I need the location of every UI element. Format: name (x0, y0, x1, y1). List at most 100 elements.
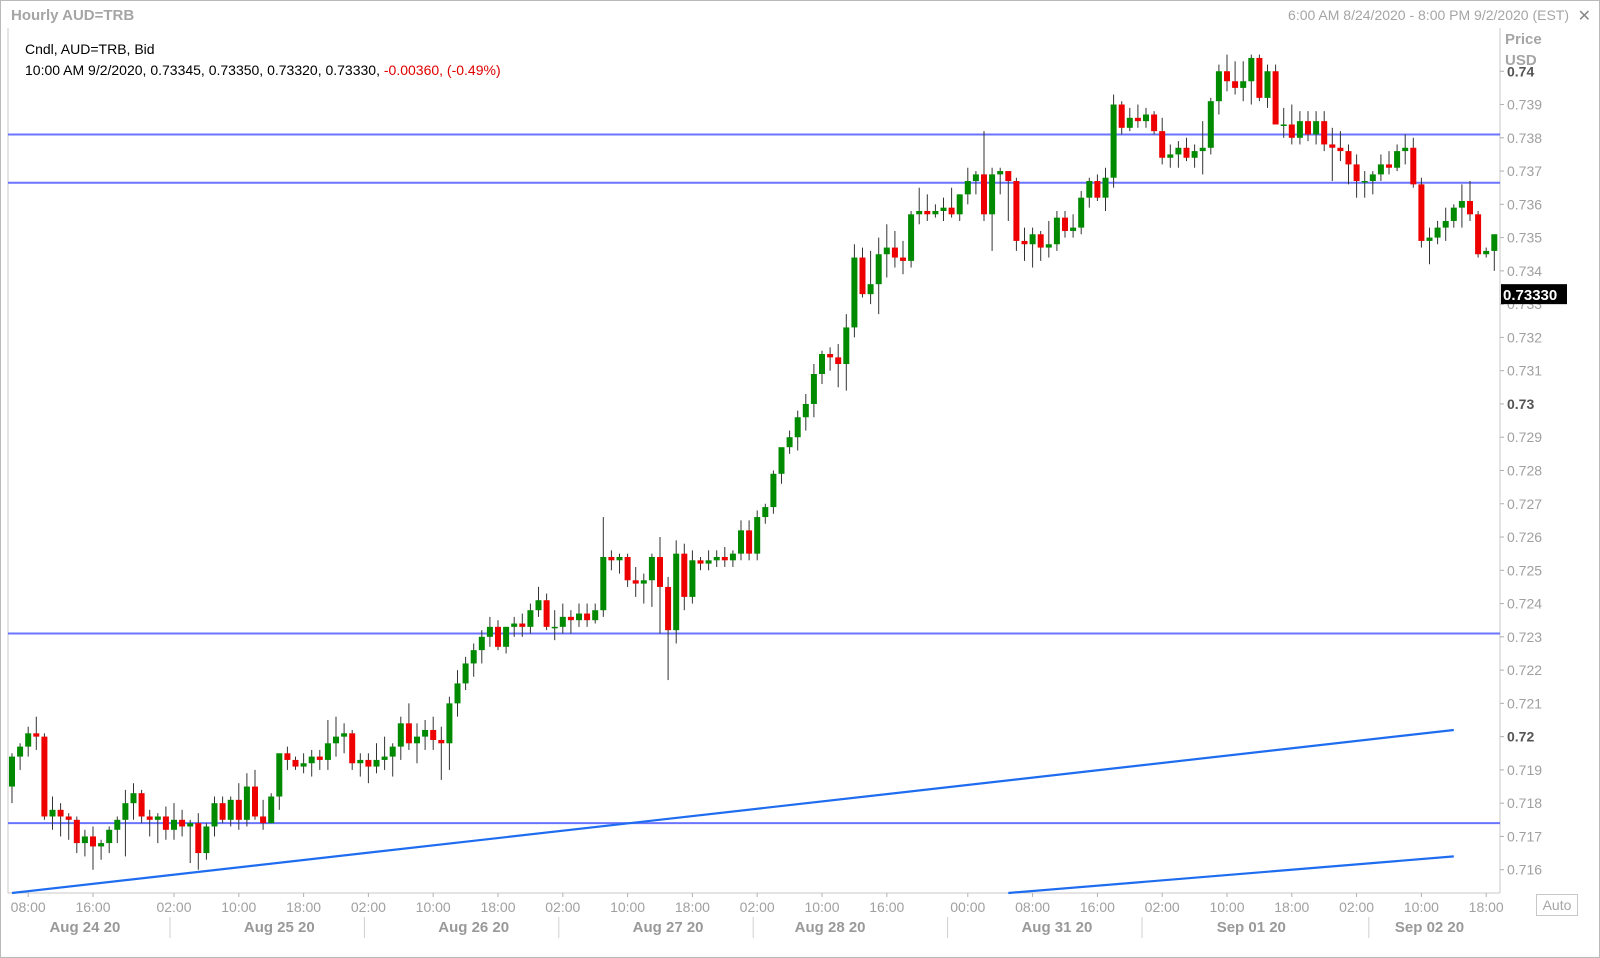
x-tick-label: 16:00 (75, 899, 110, 915)
candle-up (1191, 151, 1198, 158)
candle-up (357, 759, 364, 764)
candle-down (1062, 217, 1068, 231)
candle-up (883, 247, 890, 255)
candle-up (130, 793, 137, 804)
candle-up (1426, 237, 1433, 241)
candle-up (689, 560, 696, 597)
y-tick-label: 0.73 (1507, 396, 1534, 412)
candle-up (851, 257, 858, 328)
candle-up (794, 417, 801, 438)
y-tick-label: 0.729 (1507, 429, 1542, 445)
candle-up (1053, 217, 1060, 245)
candle-down (1094, 181, 1101, 198)
candle-up (932, 210, 939, 215)
candle-up (956, 194, 963, 215)
y-tick-label: 0.737 (1507, 163, 1542, 179)
candle-up (810, 374, 817, 404)
candle-up (1450, 207, 1457, 221)
candle-up (1313, 121, 1320, 135)
x-tick-label: 02:00 (740, 899, 775, 915)
candle-down (891, 247, 898, 258)
x-tick-label: 18:00 (1274, 899, 1309, 915)
x-tick-label: 10:00 (1209, 899, 1244, 915)
candle-down (827, 354, 834, 358)
candle-up (422, 729, 429, 737)
candlestick-chart[interactable]: PriceUSD0.740.7390.7380.7370.7360.7350.7… (0, 0, 1600, 958)
candle-down (90, 836, 96, 847)
candle-up (1126, 117, 1133, 128)
candle-up (389, 746, 396, 757)
candle-up (916, 210, 923, 215)
candle-down (1329, 144, 1336, 148)
candle-down (1013, 181, 1020, 241)
x-tick-label: 16:00 (869, 899, 904, 915)
date-label: Sep 01 20 (1217, 919, 1286, 936)
y-tick-label: 0.726 (1507, 529, 1542, 545)
candle-down (179, 819, 186, 827)
x-tick-label: 10:00 (416, 899, 451, 915)
y-tick-label: 0.722 (1507, 662, 1542, 678)
candle-up (1110, 104, 1117, 178)
date-label: Aug 28 20 (795, 919, 866, 936)
candle-down (1118, 104, 1125, 128)
candle-up (640, 580, 647, 584)
candle-up (1248, 57, 1255, 82)
candle-down (252, 786, 258, 817)
candle-up (373, 759, 380, 767)
candle-down (41, 736, 48, 817)
candle-down (657, 556, 663, 587)
candle-up (535, 600, 542, 611)
y-tick-label: 0.732 (1507, 329, 1542, 345)
candle-down (292, 759, 299, 767)
candle-up (154, 816, 161, 820)
candle-up (819, 354, 825, 374)
x-tick-label: 02:00 (1339, 899, 1374, 915)
candle-down (430, 729, 437, 740)
candle-down (1224, 71, 1230, 82)
candle-up (1442, 220, 1449, 228)
candle-up (559, 616, 566, 627)
candle-up (1086, 181, 1093, 198)
candle-up (908, 214, 915, 261)
candle-up (268, 796, 275, 824)
candle-up (592, 610, 599, 621)
candle-up (1143, 114, 1149, 122)
candle-down (924, 210, 931, 215)
candle-up (324, 743, 331, 760)
candle-down (746, 530, 753, 554)
candle-up (616, 556, 623, 561)
candle-up (867, 284, 874, 295)
y-tick-label: 0.721 (1507, 695, 1542, 711)
candle-up (770, 473, 777, 508)
candle-up (576, 613, 582, 621)
candle-up (1264, 71, 1271, 98)
y-tick-label: 0.731 (1507, 363, 1542, 379)
candle-up (1483, 250, 1490, 255)
candle-down (260, 816, 267, 824)
candle-down (495, 626, 501, 647)
candle-down (1288, 124, 1295, 138)
candle-down (1353, 164, 1360, 182)
candle-up (397, 723, 404, 747)
y-tick-label: 0.723 (1507, 629, 1542, 645)
y-tick-label: 0.74 (1507, 63, 1534, 79)
current-price-label: 0.73330 (1503, 287, 1557, 304)
candle-up (1394, 151, 1401, 168)
candle-down (438, 739, 445, 744)
candle-down (1151, 114, 1158, 132)
candle-up (333, 736, 339, 744)
candle-up (1029, 234, 1036, 245)
candle-up (243, 786, 250, 820)
candle-up (1434, 227, 1441, 238)
candle-down (1272, 71, 1279, 125)
candle-down (1345, 151, 1352, 165)
candle-down (1305, 121, 1311, 135)
candle-up (17, 746, 24, 757)
candle-up (414, 736, 420, 744)
candle-down (543, 600, 550, 627)
candle-down (697, 560, 704, 564)
candle-down (73, 819, 80, 844)
candle-down (1005, 171, 1012, 182)
x-tick-label: 18:00 (1469, 899, 1504, 915)
candle-up (1402, 147, 1409, 152)
